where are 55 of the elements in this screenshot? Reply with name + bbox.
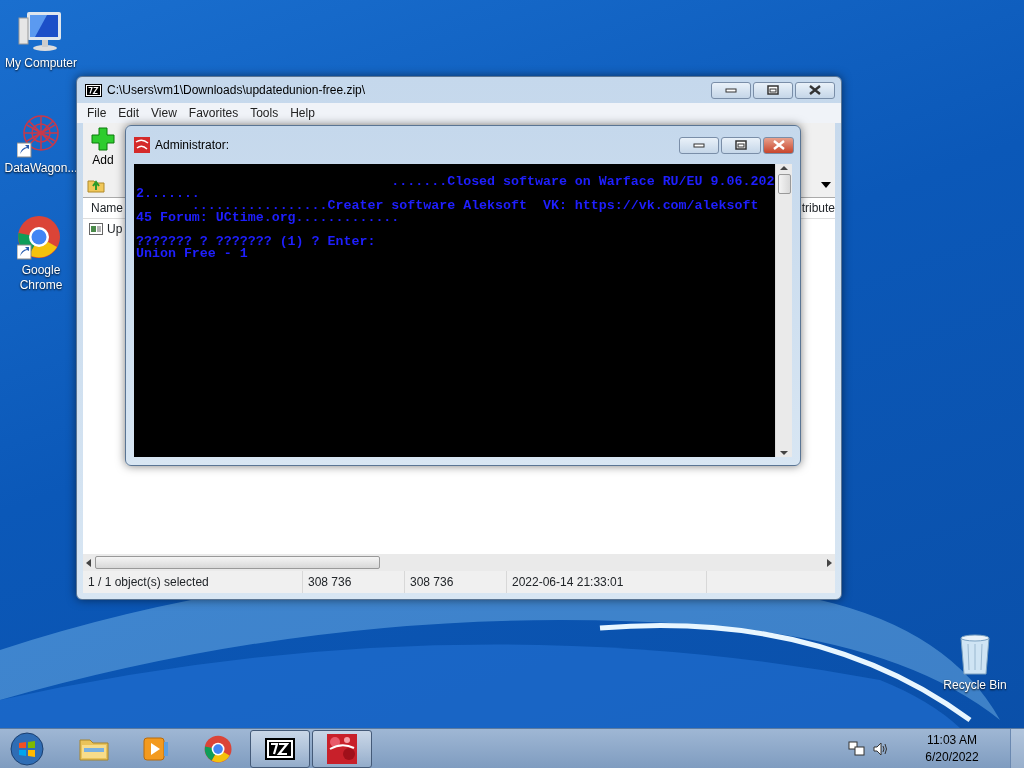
console-line: Union Free - 1 [136,248,249,260]
maximize-icon [767,85,779,95]
show-desktop-button[interactable] [1010,728,1024,768]
clock-time[interactable]: 11:03 AM [912,731,992,749]
minimize-icon [725,87,737,93]
scrollbar-thumb[interactable] [95,556,380,569]
window-title: C:\Users\vm1\Downloads\updatedunion-free.zip\ [107,82,366,99]
plus-icon [91,127,115,151]
maximize-button[interactable] [721,136,761,154]
scrollbar-thumb[interactable] [777,174,791,194]
close-icon [772,140,785,150]
menu-item[interactable]: File [81,104,113,122]
seven-zip-icon [85,83,102,97]
column-header[interactable]: Name [83,199,123,217]
status-text: 1 / 1 object(s) selected [83,571,303,593]
menu-item[interactable]: View [145,104,183,122]
scroll-down-icon[interactable] [779,449,789,457]
app-icon [325,731,359,766]
console-line: 2....... [136,188,200,200]
minimize-button[interactable] [679,136,719,154]
windows-logo-icon [10,731,44,766]
minimize-button[interactable] [711,81,751,99]
taskbar-button[interactable] [250,729,310,768]
speaker-icon[interactable] [872,740,890,757]
maximize-button[interactable] [753,81,793,99]
console-line: .......Closed software on Warface RU/EU 9.06.202 [390,176,775,188]
clock-date[interactable]: 6/20/2022 [912,748,992,766]
menu-item[interactable]: Tools [244,104,285,122]
close-button[interactable] [795,81,835,99]
console-line: .................Creater software Aleksoft VK: https://vk.com/aleksoft [191,200,760,212]
icon-label[interactable]: Recycle Bin [943,678,1007,693]
minimize-icon [693,142,705,148]
caret-icon[interactable] [821,182,831,188]
console-line: 45 Forum: UCtime.org............. [136,212,401,224]
app-icon [134,137,150,153]
icon-label[interactable]: Google Chrome [16,263,66,293]
status-text: 2022-06-14 21:33:01 [507,571,707,593]
folder-up-icon[interactable] [87,177,105,193]
file-icon [89,223,103,235]
icon-label[interactable]: My Computer [5,56,77,71]
status-text: 308 736 [303,571,405,593]
menu-item[interactable]: Help [284,104,321,122]
console-line: ??????? ? ??????? (1) ? Enter: [136,236,377,248]
window-title: Administrator: [155,137,230,154]
close-button[interactable] [763,136,794,154]
menu-item[interactable]: Edit [112,104,146,122]
add-button[interactable]: Add [83,123,123,173]
status-text: 308 736 [405,571,507,593]
icon-label[interactable]: DataWagon... [4,161,78,176]
maximize-icon [735,140,747,150]
file-name[interactable]: Up [107,220,123,238]
column-header[interactable]: tribute [801,199,835,217]
network-icon[interactable] [848,740,866,757]
close-icon [809,85,821,95]
menu-item[interactable]: Favorites [182,104,245,122]
